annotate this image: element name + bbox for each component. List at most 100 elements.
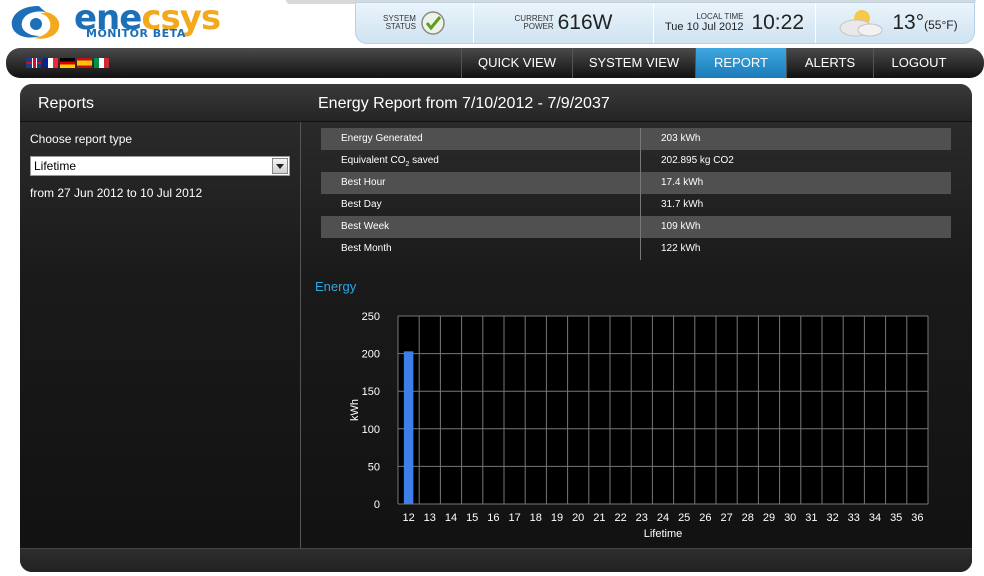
table-row: Equivalent CO2 saved 202.895 kg CO2 [321, 150, 951, 172]
system-status[interactable]: SYSTEM STATUS [356, 3, 474, 43]
energy-chart-title: Energy [315, 279, 357, 294]
es-flag-icon[interactable] [77, 58, 92, 68]
y-tick-label: 50 [368, 461, 380, 473]
x-tick-label: 32 [826, 512, 838, 524]
panel-header: Reports Energy Report from 7/10/2012 - 7… [20, 84, 972, 122]
report-title: Energy Report from 7/10/2012 - 7/9/2037 [318, 95, 610, 112]
x-tick-label: 19 [551, 512, 563, 524]
y-axis-label: kWh [349, 399, 361, 421]
enecsys-logo[interactable]: enecsys MONITOR BETA [6, 0, 226, 42]
stat-value: 122 kWh [661, 243, 701, 254]
x-tick-label: 28 [742, 512, 754, 524]
report-type-value: Lifetime [34, 159, 77, 173]
y-tick-label: 100 [362, 424, 380, 436]
checkmark-icon [421, 11, 445, 35]
x-axis-label: Lifetime [644, 528, 683, 540]
y-tick-label: 250 [362, 311, 380, 323]
local-date: Tue 10 Jul 2012 [664, 21, 744, 33]
current-power-label: CURRENT POWER [514, 14, 554, 31]
nav-system-view[interactable]: SYSTEM VIEW [572, 48, 695, 78]
temperature: 13°(55°F) [892, 11, 958, 34]
partly-cloudy-icon [839, 10, 883, 37]
x-tick-label: 34 [869, 512, 881, 524]
stat-value: 203 kWh [661, 133, 701, 144]
panel-footer [20, 548, 972, 572]
report-range: from 27 Jun 2012 to 10 Jul 2012 [30, 186, 203, 200]
stat-label: Best Hour [321, 172, 641, 194]
system-status-label: SYSTEM STATUS [383, 14, 416, 31]
x-tick-label: 15 [466, 512, 478, 524]
stat-label: Best Week [321, 216, 641, 238]
x-tick-label: 29 [763, 512, 775, 524]
x-tick-label: 14 [445, 512, 457, 524]
x-tick-label: 30 [784, 512, 796, 524]
logo-swirl-icon [11, 6, 60, 39]
x-tick-label: 35 [890, 512, 902, 524]
main-nav: QUICK VIEW SYSTEM VIEW REPORT ALERTS LOG… [6, 48, 984, 78]
y-tick-label: 150 [362, 386, 380, 398]
x-tick-label: 23 [636, 512, 648, 524]
report-type-select[interactable]: Lifetime [30, 156, 290, 176]
stat-label: Best Day [321, 194, 641, 216]
table-row: Best Week 109 kWh [321, 216, 951, 238]
x-tick-label: 27 [720, 512, 732, 524]
table-row: Best Day 31.7 kWh [321, 194, 951, 216]
bar [403, 351, 414, 504]
x-tick-label: 20 [572, 512, 584, 524]
chevron-down-icon[interactable] [272, 158, 288, 174]
page: enecsys MONITOR BETA SYSTEM STATUS CURREN… [0, 0, 984, 576]
x-tick-label: 36 [911, 512, 923, 524]
stat-value: 202.895 kg CO2 [661, 155, 734, 166]
x-tick-label: 33 [848, 512, 860, 524]
x-tick-label: 13 [424, 512, 436, 524]
stat-value: 17.4 kWh [661, 177, 704, 188]
status-bar: SYSTEM STATUS CURRENT POWER 616W LOCAL TIM… [355, 2, 975, 44]
x-tick-label: 25 [678, 512, 690, 524]
stat-label: Energy Generated [321, 128, 641, 150]
x-tick-label: 17 [508, 512, 520, 524]
local-time-labels: LOCAL TIME Tue 10 Jul 2012 [664, 12, 744, 34]
nav-alerts[interactable]: ALERTS [786, 48, 873, 78]
stat-value: 109 kWh [661, 221, 701, 232]
fr-flag-icon[interactable] [43, 58, 58, 68]
y-tick-label: 0 [374, 499, 380, 511]
table-row: Best Hour 17.4 kWh [321, 172, 951, 194]
nav-items: QUICK VIEW SYSTEM VIEW REPORT ALERTS LOG… [461, 48, 964, 78]
report-panel: Reports Energy Report from 7/10/2012 - 7… [20, 84, 972, 572]
nav-logout[interactable]: LOGOUT [873, 48, 964, 78]
stat-value: 31.7 kWh [661, 199, 704, 210]
stat-label: Equivalent CO2 saved [321, 150, 641, 172]
plot-area [398, 316, 928, 504]
current-power-value: 616W [557, 11, 613, 34]
it-flag-icon[interactable] [94, 58, 109, 68]
x-tick-label: 18 [530, 512, 542, 524]
table-row: Energy Generated 203 kWh [321, 128, 951, 150]
logo-subtitle: MONITOR BETA [86, 27, 186, 40]
choose-report-label: Choose report type [30, 132, 133, 146]
nav-report[interactable]: REPORT [695, 48, 786, 78]
reports-title: Reports [38, 95, 95, 112]
stat-label: Best Month [321, 238, 641, 260]
y-tick-label: 200 [362, 349, 380, 361]
stats-table: Energy Generated 203 kWh Equivalent CO2 … [321, 128, 951, 260]
x-tick-label: 16 [487, 512, 499, 524]
table-row: Best Month 122 kWh [321, 238, 951, 260]
x-tick-label: 22 [614, 512, 626, 524]
current-power: CURRENT POWER 616W [474, 3, 654, 43]
x-tick-label: 24 [657, 512, 669, 524]
x-tick-label: 21 [593, 512, 605, 524]
x-tick-label: 31 [805, 512, 817, 524]
language-flags [26, 58, 109, 68]
uk-flag-icon[interactable] [26, 58, 41, 68]
local-time-label: LOCAL TIME [696, 12, 744, 21]
report-options: Choose report type Lifetime from 27 Jun … [30, 132, 292, 200]
weather: 13°(55°F) [816, 3, 974, 43]
x-tick-label: 26 [699, 512, 711, 524]
panel-divider [300, 122, 301, 548]
nav-quick-view[interactable]: QUICK VIEW [461, 48, 572, 78]
x-tick-label: 12 [402, 512, 414, 524]
local-time: LOCAL TIME Tue 10 Jul 2012 10:22 [654, 3, 816, 43]
energy-chart: 0 50 100 150 200 250 12 13 14 15 16 17 18 19 20 21 22 23 2… [349, 311, 929, 540]
local-time-value: 10:22 [751, 11, 805, 34]
de-flag-icon[interactable] [60, 58, 75, 68]
